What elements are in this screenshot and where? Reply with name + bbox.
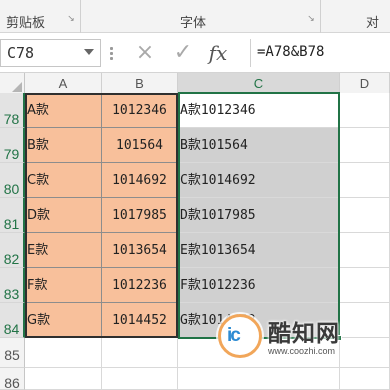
ribbon-group-font: 字体 [180,16,207,31]
cell-c[interactable] [178,368,340,390]
formula-value: =A78&B78 [257,44,325,60]
name-box-value: C78 [7,44,35,62]
cell-a[interactable] [25,368,102,390]
cell-a[interactable]: B款 [25,128,102,163]
cell-a[interactable]: E款 [25,233,102,268]
column-header-c[interactable]: C [178,73,340,95]
cell-a[interactable]: D款 [25,198,102,233]
cell-b[interactable]: 1012346 [102,93,178,128]
ribbon-group-clipboard: 剪贴板 [6,16,46,31]
cell-b[interactable]: 1013654 [102,233,178,268]
ribbon-strip: 剪贴板 ↘ 字体 ↘ 对齐 [0,0,390,50]
chevron-down-icon[interactable] [84,49,94,55]
select-all-button[interactable] [0,73,25,95]
cell-d[interactable] [340,198,390,233]
cell-b[interactable]: 1017985 [102,198,178,233]
formula-bar: C78 × ✓ fx =A78&B78 [0,33,390,73]
row-header[interactable]: 82 [0,233,25,268]
font-launcher-icon[interactable]: ↘ [306,14,316,24]
formula-bar-grip-icon[interactable] [110,47,114,61]
cell-d[interactable] [340,163,390,198]
cell-b[interactable]: 1014692 [102,163,178,198]
column-header-a[interactable]: A [25,73,102,95]
cell-b[interactable]: 101564 [102,128,178,163]
name-box[interactable]: C78 [0,39,101,67]
cell-b[interactable]: 1014452 [102,303,178,338]
column-header-d[interactable]: D [340,73,390,95]
watermark-url: www.coozhi.com [268,346,336,356]
watermark: ic 酷知网 www.coozhi.com [218,312,368,364]
column-header-b[interactable]: B [102,73,178,95]
watermark-brand: 酷知网 [268,321,340,347]
row-header[interactable]: 85 [0,338,25,368]
row-header[interactable]: 84 [0,303,25,338]
cell-b[interactable]: 1012236 [102,268,178,303]
coozhi-logo: ic [218,314,262,358]
cell-a[interactable]: C款 [25,163,102,198]
cell-d[interactable] [340,233,390,268]
row-header[interactable]: 80 [0,163,25,198]
cell-a[interactable] [25,338,102,368]
cell-b[interactable] [102,368,178,390]
formula-input[interactable]: =A78&B78 [250,39,390,67]
ribbon-separator [80,0,81,33]
cell-d[interactable] [340,128,390,163]
clipboard-launcher-icon[interactable]: ↘ [66,14,76,24]
cell-d[interactable] [340,93,390,128]
cell-c[interactable]: D款1017985 [178,198,340,233]
cell-b[interactable] [102,338,178,368]
logo-text: ic [227,325,241,346]
cell-c[interactable]: F款1012236 [178,268,340,303]
cell-c[interactable]: C款1014692 [178,163,340,198]
cell-a[interactable]: F款 [25,268,102,303]
row-header[interactable]: 86 [0,368,25,390]
cell-d[interactable] [340,368,390,390]
cell-a[interactable]: A款 [25,93,102,128]
cell-a[interactable]: G款 [25,303,102,338]
cell-c[interactable]: E款1013654 [178,233,340,268]
row-header[interactable]: 78 [0,93,25,128]
insert-function-icon[interactable]: fx [204,40,232,66]
cell-c[interactable]: B款101564 [178,128,340,163]
enter-icon[interactable]: ✓ [170,40,196,66]
cell-c[interactable]: A款1012346 [178,93,340,128]
row-header[interactable]: 81 [0,198,25,233]
row-header[interactable]: 83 [0,268,25,303]
row-header[interactable]: 79 [0,128,25,163]
cell-d[interactable] [340,268,390,303]
cancel-icon[interactable]: × [132,40,158,66]
ribbon-separator [320,0,321,33]
